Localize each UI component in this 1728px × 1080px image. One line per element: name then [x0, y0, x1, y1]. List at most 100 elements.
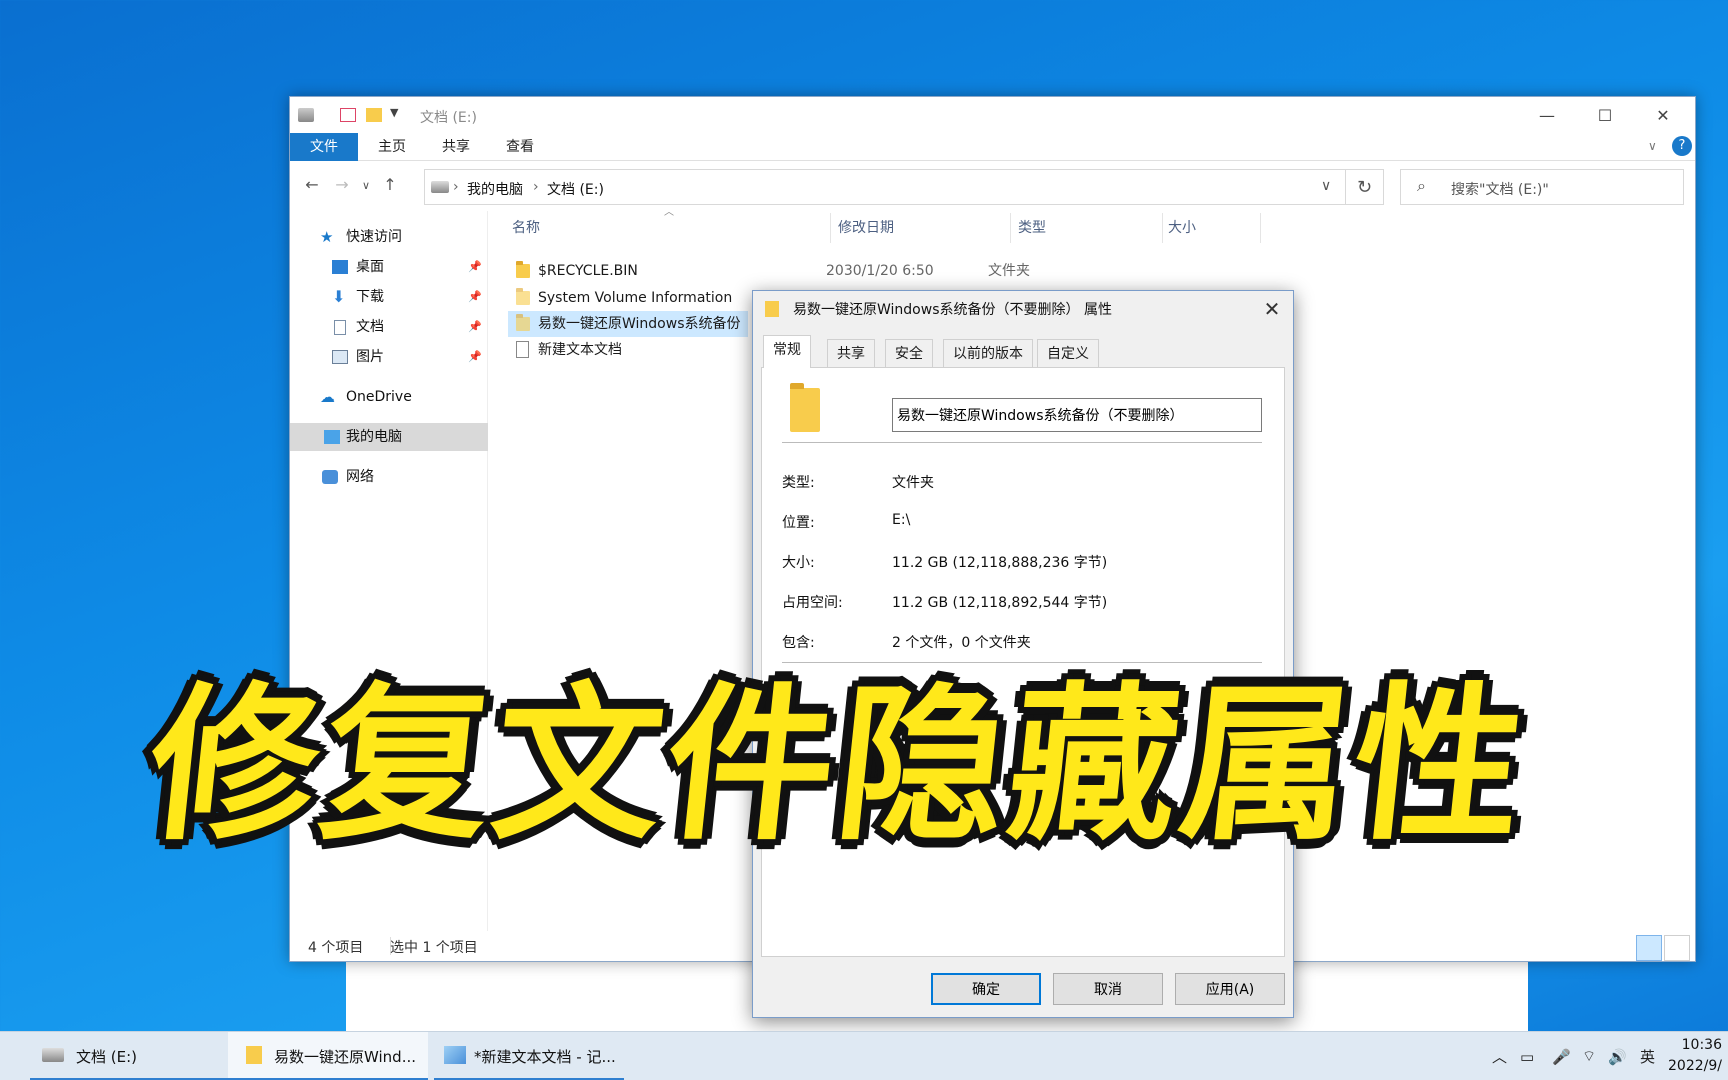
notepad-icon [444, 1046, 466, 1064]
close-dialog-button[interactable]: ✕ [1253, 293, 1291, 325]
overlay-caption: 修复文件隐藏属性 [120, 640, 1560, 866]
recent-locations-icon[interactable]: ∨ [354, 179, 378, 192]
pictures-icon [332, 350, 348, 364]
file-row-selected[interactable]: 易数一键还原Windows系统备份 [508, 311, 748, 337]
pin-icon[interactable]: 📌 [468, 253, 482, 281]
sidebar-item-pictures[interactable]: 图片 📌 [290, 343, 488, 371]
back-arrow-icon[interactable]: ← [300, 175, 324, 194]
caption-text: 修复文件隐藏属性 [137, 664, 1540, 866]
pin-icon[interactable]: 📌 [468, 343, 482, 371]
properties-icon[interactable] [340, 108, 356, 122]
show-hidden-icons[interactable]: ︿ [1492, 1032, 1507, 1080]
sidebar-item-label: 图片 [356, 349, 384, 365]
tab-security[interactable]: 安全 [885, 339, 933, 367]
minimize-button[interactable]: — [1518, 97, 1576, 133]
file-name: $RECYCLE.BIN [538, 263, 638, 279]
document-icon [334, 320, 346, 335]
address-bar[interactable]: › 我的电脑 › 文档 (E:) ∨ [424, 169, 1346, 205]
sidebar-item-quick-access[interactable]: ★ 快速访问 [290, 223, 488, 251]
clock[interactable]: 10:36 2022/9/ [1668, 1035, 1722, 1077]
column-header-name[interactable]: 名称 [512, 213, 540, 243]
column-header-type[interactable]: 类型 [1018, 213, 1046, 243]
apply-button[interactable]: 应用(A) [1175, 973, 1285, 1005]
taskbar-app-label: 文档 (E:) [76, 1048, 138, 1066]
tab-customize[interactable]: 自定义 [1037, 339, 1099, 367]
column-divider[interactable] [830, 213, 831, 243]
search-icon: ⌕ [1417, 176, 1426, 195]
volume-icon[interactable]: 🔊 [1608, 1032, 1627, 1080]
sidebar-item-onedrive[interactable]: ☁ OneDrive [290, 383, 488, 411]
up-arrow-icon[interactable]: ↑ [378, 175, 402, 194]
tab-sharing[interactable]: 共享 [827, 339, 875, 367]
taskbar-app-notepad[interactable]: *新建文本文档 - 记... [434, 1032, 624, 1080]
taskbar-app-label: 易数一键还原Wind... [274, 1048, 417, 1066]
search-input[interactable]: ⌕ 搜索"文档 (E:)" [1400, 169, 1684, 205]
cancel-button[interactable]: 取消 [1053, 973, 1163, 1005]
new-folder-icon[interactable] [366, 108, 382, 122]
sidebar-item-documents[interactable]: 文档 📌 [290, 313, 488, 341]
sidebar-item-label: 桌面 [356, 259, 384, 275]
folder-icon [516, 314, 530, 331]
taskbar-app-label: *新建文本文档 - 记... [474, 1048, 616, 1066]
sidebar-item-downloads[interactable]: ⬇ 下载 📌 [290, 283, 488, 311]
pin-icon[interactable]: 📌 [468, 313, 482, 341]
breadcrumb-drive[interactable]: 文档 (E:) [547, 179, 604, 199]
details-view-button[interactable] [1636, 935, 1662, 961]
pin-icon[interactable]: 📌 [468, 283, 482, 311]
taskbar-app-folder[interactable]: 易数一键还原Wind... [228, 1032, 428, 1080]
microphone-icon[interactable]: 🎤 [1552, 1032, 1571, 1080]
input-method-indicator[interactable]: 英 [1640, 1032, 1655, 1080]
tab-file[interactable]: 文件 [290, 133, 358, 161]
sidebar-item-label: 下载 [356, 289, 384, 305]
close-window-button[interactable]: ✕ [1634, 97, 1692, 133]
file-row[interactable]: $RECYCLE.BIN 2030/1/20 6:50 文件夹 [508, 258, 1128, 284]
sidebar-item-this-pc[interactable]: 我的电脑 [290, 423, 488, 451]
tab-general[interactable]: 常规 [763, 335, 811, 368]
qat-dropdown-icon[interactable]: ▼ [390, 106, 398, 119]
status-selected-count: 选中 1 个项目 [390, 940, 478, 956]
expand-ribbon-icon[interactable]: ∨ [1648, 139, 1657, 153]
column-divider[interactable] [1260, 213, 1261, 243]
sidebar-item-desktop[interactable]: 桌面 📌 [290, 253, 488, 281]
drive-icon [42, 1048, 64, 1062]
clock-date: 2022/9/ [1668, 1058, 1722, 1074]
ok-button[interactable]: 确定 [931, 973, 1041, 1005]
chevron-down-icon[interactable]: ∨ [1321, 178, 1331, 194]
taskbar-app-explorer[interactable]: 文档 (E:) [30, 1032, 230, 1080]
tab-previous-versions[interactable]: 以前的版本 [943, 339, 1033, 367]
sidebar-item-network[interactable]: 网络 [290, 463, 488, 491]
status-item-count: 4 个项目 [308, 940, 364, 956]
drive-icon [431, 181, 449, 193]
folder-icon [516, 261, 530, 278]
folder-icon [790, 383, 820, 432]
tab-home[interactable]: 主页 [378, 133, 406, 161]
wifi-icon[interactable]: ⌔ [1582, 1032, 1596, 1080]
column-divider[interactable] [1162, 213, 1163, 243]
chevron-right-icon[interactable]: › [453, 179, 459, 195]
forward-arrow-icon[interactable]: → [330, 175, 354, 194]
file-name: System Volume Information [538, 290, 733, 306]
tab-share[interactable]: 共享 [442, 133, 470, 161]
sort-up-icon: ︿ [664, 207, 674, 218]
column-header-size[interactable]: 大小 [1168, 213, 1196, 243]
disk-size-value: 11.2 GB (12,118,892,544 字节) [892, 595, 1108, 611]
title-bar: ▼ 文档 (E:) — ☐ ✕ [290, 97, 1695, 133]
maximize-button[interactable]: ☐ [1576, 97, 1634, 133]
size-label: 大小: [782, 555, 815, 571]
folder-name-field[interactable] [892, 398, 1262, 432]
help-icon[interactable]: ? [1672, 136, 1692, 156]
sidebar-item-label: OneDrive [346, 389, 412, 405]
network-icon [322, 470, 338, 484]
column-header-date[interactable]: 修改日期 [838, 213, 894, 243]
type-label: 类型: [782, 475, 815, 491]
sidebar-item-label: 文档 [356, 319, 384, 335]
column-divider[interactable] [1010, 213, 1011, 243]
taskbar: 文档 (E:) 易数一键还原Wind... *新建文本文档 - 记... ︿ ▭… [0, 1031, 1728, 1080]
large-icons-view-button[interactable] [1664, 935, 1690, 961]
download-icon: ⬇ [332, 287, 346, 306]
breadcrumb-this-pc[interactable]: 我的电脑 [467, 179, 523, 199]
battery-icon[interactable]: ▭ [1520, 1032, 1534, 1080]
tab-view[interactable]: 查看 [506, 133, 534, 161]
chevron-right-icon[interactable]: › [533, 179, 539, 195]
refresh-button[interactable]: ↻ [1346, 169, 1384, 205]
